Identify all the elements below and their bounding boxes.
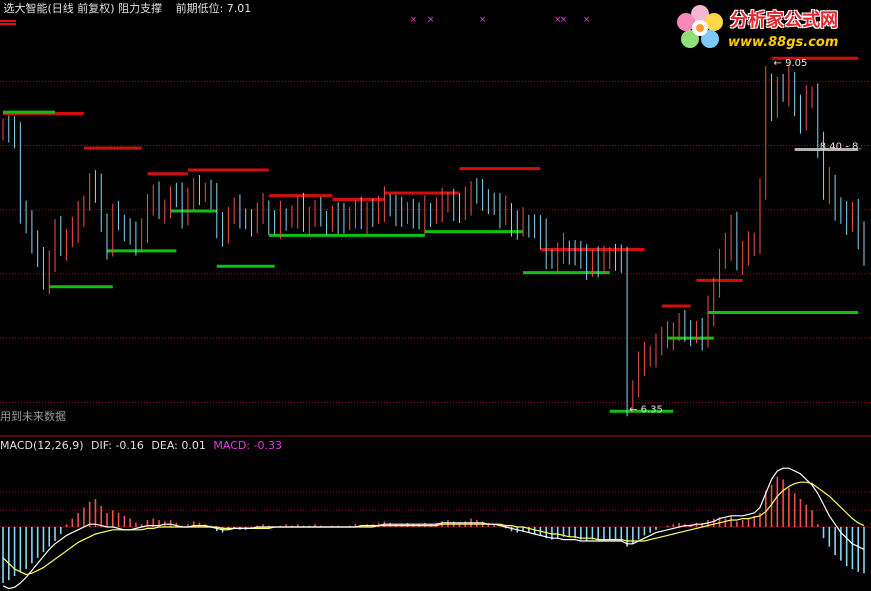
flower-icon: [677, 5, 723, 48]
top-marker-icon: ×: [479, 15, 487, 25]
chart-header: 选大智能(日线 前复权) 阻力支撑 前期低位: 7.01: [0, 2, 252, 22]
header-accent-line: [0, 20, 16, 22]
logo-url: www.88gs.com: [728, 35, 839, 50]
prev-low-label: 前期低位:: [175, 2, 224, 15]
dea-line: [2, 481, 865, 576]
dif-label: DIF:: [91, 439, 112, 452]
macd-header: MACD(12,26,9) DIF: -0.16 DEA: 0.01 MACD:…: [0, 439, 282, 452]
macd-label: MACD:: [213, 439, 251, 452]
dea-value: 0.01: [181, 439, 206, 452]
price-label: ← 9.05: [774, 58, 808, 69]
future-data-note: 用到未来数据: [0, 410, 66, 423]
top-marker-icon: ×: [410, 15, 418, 25]
top-signal-markers: × × × ×× ×: [410, 15, 591, 25]
logo-title: 分析家公式网: [730, 10, 838, 31]
price-labels: ← 9.05 ← 6.35 8.40 - 8.: [629, 58, 861, 416]
prev-low-value: 7.01: [226, 2, 252, 15]
chart-title: 选大智能(日线 前复权) 阻力支撑: [3, 2, 163, 15]
support-resistance-lines: [3, 56, 859, 413]
site-logo: 分析家公式网 www.88gs.com: [672, 2, 868, 54]
macd-name: MACD(12,26,9): [0, 439, 84, 452]
stock-chart: × × × ×× × ← 9.05← 6.358.40 - 8.: [0, 15, 871, 590]
price-label: ← 6.35: [629, 405, 663, 416]
macd-value: -0.33: [253, 439, 283, 452]
price-candles: [2, 64, 865, 417]
dif-value: -0.16: [115, 439, 144, 452]
price-label: 8.40 - 8.: [820, 142, 862, 153]
top-marker-icon: ×: [427, 15, 435, 25]
dea-label: DEA:: [151, 439, 178, 452]
top-marker-icon: ×: [583, 15, 591, 25]
dif-line: [2, 467, 865, 590]
top-marker-icon: ×: [560, 15, 568, 25]
macd-lines: [2, 467, 865, 590]
price-grid: [0, 23, 871, 403]
